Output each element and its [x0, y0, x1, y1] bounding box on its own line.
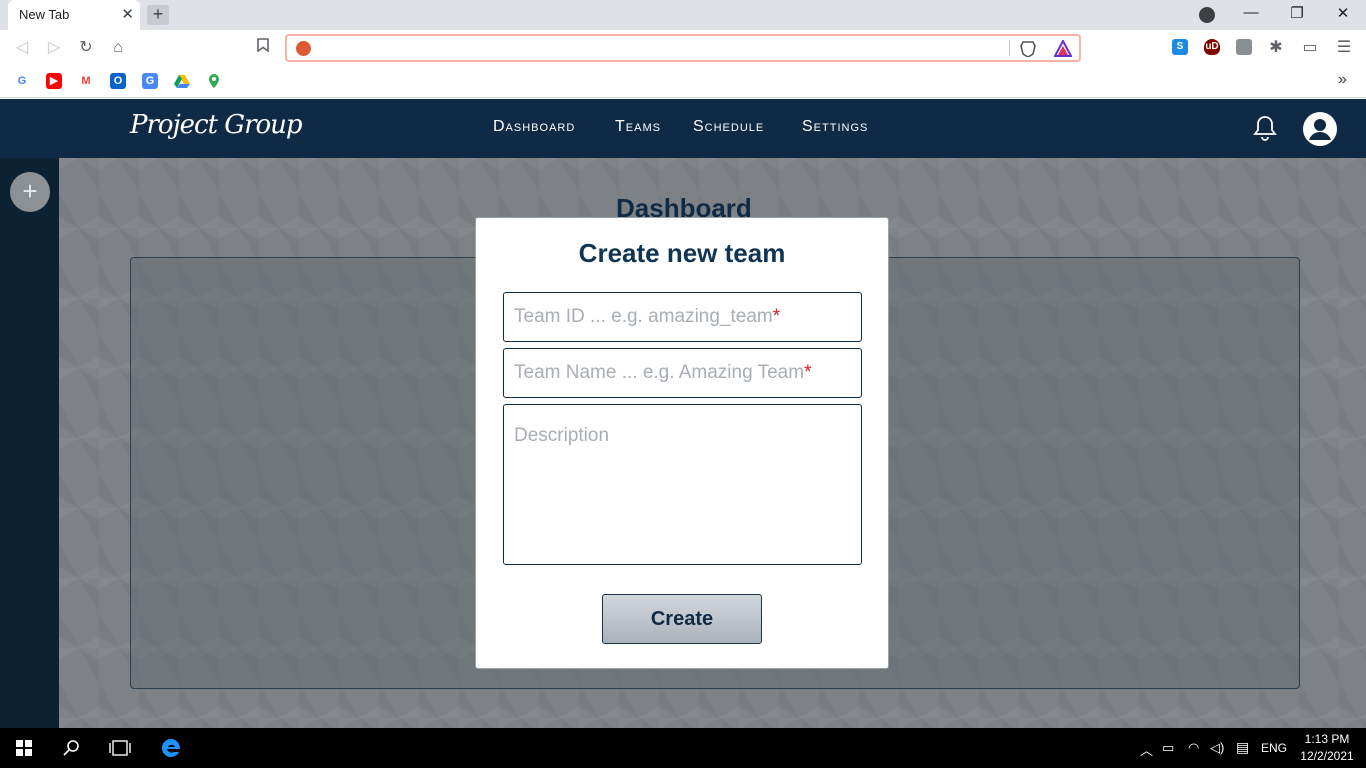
duckduckgo-icon	[296, 41, 311, 56]
add-button[interactable]: +	[10, 172, 50, 212]
edge-browser-icon[interactable]	[160, 737, 182, 759]
nav-teams[interactable]: Teams	[615, 118, 661, 136]
search-icon[interactable]	[63, 739, 81, 757]
restore-button[interactable]: ❐	[1282, 4, 1312, 22]
bookmarks-bar	[0, 66, 1366, 98]
skype-extension-icon[interactable]: S	[1172, 39, 1188, 55]
bookmark-icon[interactable]	[253, 38, 273, 58]
outlook-bookmark-icon[interactable]: O	[110, 73, 126, 89]
extensions-puzzle-icon[interactable]: ✱	[1266, 38, 1286, 58]
nav-settings[interactable]: Settings	[802, 118, 868, 136]
minimize-button[interactable]: —	[1236, 4, 1266, 21]
brave-shields-icon[interactable]	[1020, 40, 1036, 58]
team-name-field[interactable]: Team Name ... e.g. Amazing Team*	[503, 348, 862, 398]
app-sidebar	[0, 158, 59, 728]
team-name-placeholder: Team Name ... e.g. Amazing Team	[514, 362, 805, 383]
reload-icon[interactable]: ↻	[76, 38, 96, 58]
back-icon[interactable]: ◁	[12, 38, 32, 58]
address-bar[interactable]	[285, 34, 1081, 62]
tray-chevron-icon[interactable]: ︿	[1140, 740, 1153, 759]
description-placeholder: Description	[514, 425, 610, 446]
brave-rewards-icon[interactable]	[1053, 38, 1073, 57]
tab-close-icon[interactable]: ✕	[121, 5, 134, 23]
nav-dashboard[interactable]: Dashboard	[493, 118, 575, 136]
clock-time: 1:13 PM	[1304, 732, 1350, 746]
close-window-button[interactable]: ✕	[1328, 4, 1358, 22]
taskbar-clock[interactable]: 1:13 PM 12/2/2021	[1295, 731, 1359, 765]
team-id-field[interactable]: Team ID ... e.g. amazing_team*	[503, 292, 862, 342]
user-avatar-icon[interactable]	[1303, 112, 1337, 146]
gmail-bookmark-icon[interactable]: M	[78, 73, 94, 89]
create-button[interactable]: Create	[602, 594, 762, 644]
team-id-placeholder: Team ID ... e.g. amazing_team	[514, 306, 773, 327]
action-center-icon[interactable]: ▤	[1236, 739, 1249, 756]
browser-tab[interactable]: New Tab ✕	[8, 0, 140, 30]
bookmarks-overflow-icon[interactable]: »	[1338, 71, 1347, 89]
create-team-modal: Create new team Team ID ... e.g. amazing…	[475, 217, 889, 669]
maps-bookmark-icon[interactable]	[206, 73, 222, 89]
notifications-bell-icon[interactable]	[1253, 115, 1277, 141]
menu-icon[interactable]: ☰	[1334, 38, 1354, 58]
tab-search-icon[interactable]	[1199, 7, 1215, 23]
home-icon[interactable]: ⌂	[108, 38, 128, 58]
youtube-bookmark-icon[interactable]: ▶	[46, 73, 62, 89]
required-marker: *	[772, 306, 781, 327]
nav-schedule[interactable]: Schedule	[693, 118, 764, 136]
tab-title: New Tab	[19, 7, 70, 22]
task-view-icon[interactable]	[109, 739, 131, 757]
language-indicator[interactable]: ENG	[1261, 741, 1287, 755]
clock-date: 12/2/2021	[1300, 749, 1354, 763]
google-bookmark-icon[interactable]: G	[14, 73, 30, 89]
tab-strip	[0, 0, 1366, 30]
wifi-icon[interactable]: ◠	[1188, 740, 1199, 756]
forward-icon[interactable]: ▷	[44, 38, 64, 58]
drive-bookmark-icon[interactable]	[174, 73, 190, 89]
battery-icon[interactable]: ▭	[1162, 740, 1174, 756]
ublock-extension-icon[interactable]: uD	[1204, 39, 1220, 55]
modal-title: Create new team	[578, 238, 786, 268]
wallet-icon[interactable]: ▭	[1300, 38, 1320, 58]
address-bar-divider	[1009, 40, 1010, 56]
translate-bookmark-icon[interactable]: G	[142, 73, 158, 89]
windows-start-icon[interactable]	[16, 740, 32, 756]
description-field[interactable]: Description	[503, 404, 862, 565]
extension-icon[interactable]	[1236, 39, 1252, 55]
required-marker: *	[804, 362, 812, 383]
volume-icon[interactable]: ◁)	[1210, 740, 1224, 756]
new-tab-button[interactable]: +	[147, 5, 169, 25]
app-logo[interactable]: Project Group	[130, 110, 303, 140]
